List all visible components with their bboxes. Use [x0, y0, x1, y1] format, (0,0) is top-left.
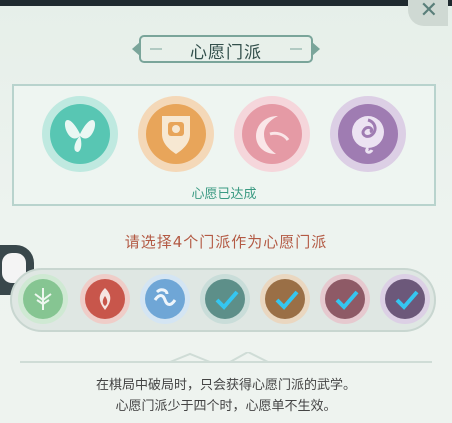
close-button[interactable]: ✕	[408, 0, 448, 26]
wish-status-text: 心愿已达成	[191, 187, 257, 202]
wish-sect-dialog: ✕ 心愿门派 心愿已达成 请选择4个门派作为心愿门派 在棋局中破局时，只会获得心…	[0, 0, 452, 423]
crescent-icon	[256, 116, 290, 154]
wave-icon	[153, 288, 177, 306]
check-icon	[395, 290, 419, 310]
sect-option-purple-selected[interactable]	[380, 274, 430, 324]
feather-icon	[34, 288, 52, 310]
check-icon	[335, 290, 359, 310]
sect-option-orange-selected[interactable]	[260, 274, 310, 324]
sect-option-red[interactable]	[80, 274, 130, 324]
butterfly-icon	[64, 120, 96, 152]
close-icon[interactable]: ✕	[420, 0, 438, 22]
flame-icon	[99, 288, 111, 310]
instruction-text: 请选择4个门派作为心愿门派	[124, 233, 328, 251]
page-title: 心愿门派	[190, 43, 262, 63]
wish-sect-pink[interactable]	[234, 96, 310, 172]
wish-sect-orange[interactable]	[138, 96, 214, 172]
sect-option-blue[interactable]	[140, 274, 190, 324]
sect-option-green[interactable]	[18, 274, 68, 324]
hint-line-1: 在棋局中破局时，只会获得心愿门派的武学。	[95, 378, 356, 393]
sect-option-teal-selected[interactable]	[200, 274, 250, 324]
title-banner: 心愿门派	[126, 32, 326, 66]
shield-icon	[162, 116, 190, 154]
wish-sect-teal[interactable]	[42, 96, 118, 172]
check-icon	[215, 290, 239, 310]
rose-icon	[352, 116, 384, 154]
sect-option-pink-selected[interactable]	[320, 274, 370, 324]
wish-sect-purple[interactable]	[330, 96, 406, 172]
check-icon	[275, 290, 299, 310]
section-divider	[20, 352, 432, 363]
hint-line-2: 心愿门派少于四个时，心愿单不生效。	[115, 399, 337, 414]
top-band	[0, 0, 452, 6]
